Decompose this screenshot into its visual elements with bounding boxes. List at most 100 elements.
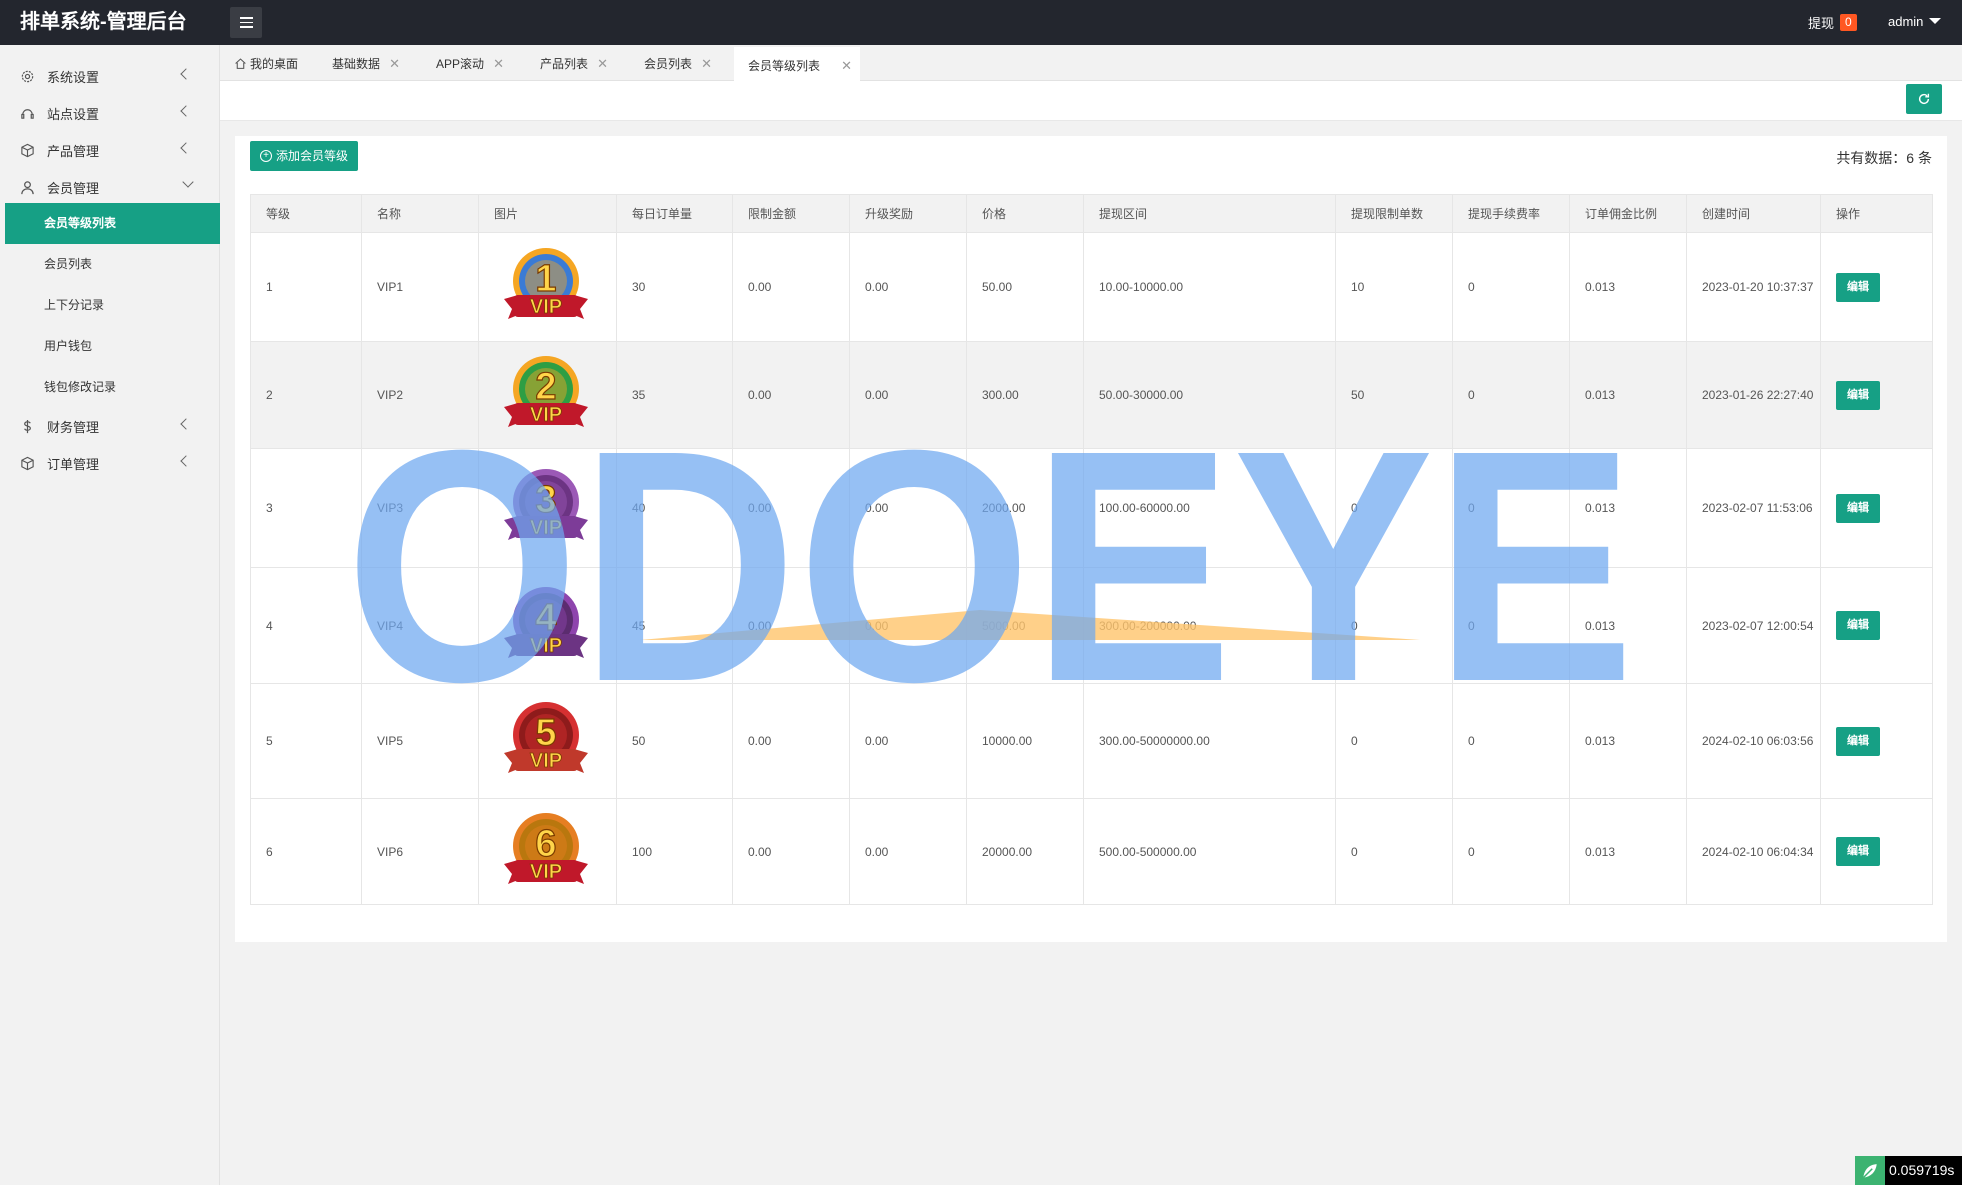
svg-text:5: 5 (535, 712, 556, 754)
col-header-created-at[interactable]: 创建时间 (1686, 194, 1821, 233)
col-header-withdraw-limit[interactable]: 提现限制单数 (1335, 194, 1453, 233)
cell-limit-amount: 0.00 (732, 567, 850, 684)
dollar-icon (19, 419, 35, 435)
sidebar: 系统设置 站点设置 产品管理 会员管理 会员等级列表 会员列表 上下分记录 用户… (0, 45, 220, 1185)
close-icon[interactable]: ✕ (701, 47, 712, 81)
col-header-actions[interactable]: 操作 (1820, 194, 1933, 233)
vip-badge-icon: VIP3 (504, 469, 588, 540)
cell-image: VIP 4 (478, 567, 617, 684)
sidebar-item-system-settings[interactable]: 系统设置 (0, 58, 220, 95)
top-bar: 排单系统-管理后台 提现 0 admin (0, 0, 1962, 45)
sidebar-item-product-management[interactable]: 产品管理 (0, 132, 220, 169)
edit-button[interactable]: 编辑 (1836, 493, 1880, 523)
cell-upgrade-reward: 0.00 (849, 567, 967, 684)
svg-text:2: 2 (535, 366, 556, 408)
add-member-level-button[interactable]: + 添加会员等级 (250, 141, 359, 171)
cell-name: VIP3 (361, 448, 479, 568)
cell-daily-orders: 45 (616, 567, 733, 684)
edit-button[interactable]: 编辑 (1836, 837, 1880, 866)
col-header-name[interactable]: 名称 (361, 194, 479, 233)
add-button-label: 添加会员等级 (276, 149, 349, 163)
withdraw-count-badge: 0 (1840, 14, 1857, 31)
tab-label: 会员等级列表 (748, 59, 821, 73)
cell-daily-orders: 30 (616, 232, 733, 342)
cell-actions: 编辑 (1820, 341, 1933, 449)
col-header-withdraw-range[interactable]: 提现区间 (1083, 194, 1336, 233)
cell-actions: 编辑 (1820, 683, 1933, 799)
caret-down-icon (1929, 18, 1942, 25)
vip-badge-icon: VIP2 (504, 356, 588, 427)
sidebar-subitem-member-list[interactable]: 会员列表 (0, 244, 220, 285)
sidebar-item-label: 系统设置 (47, 70, 100, 85)
col-header-image[interactable]: 图片 (478, 194, 617, 233)
cell-withdraw-limit: 0 (1335, 448, 1453, 568)
user-menu[interactable]: admin (1888, 14, 1942, 29)
cell-upgrade-reward: 0.00 (849, 448, 967, 568)
sidebar-item-label: 财务管理 (47, 420, 100, 435)
sidebar-subitem-member-level-list[interactable]: 会员等级列表 (5, 203, 220, 244)
tab-label: 会员列表 (644, 57, 693, 71)
sidebar-item-label: 会员管理 (47, 181, 100, 196)
cell-daily-orders: 100 (616, 798, 733, 905)
cell-withdraw-fee: 0 (1452, 341, 1570, 449)
col-header-level[interactable]: 等级 (250, 194, 362, 233)
col-header-daily-orders[interactable]: 每日订单量 (616, 194, 733, 233)
cube-icon (19, 456, 35, 472)
close-icon[interactable]: ✕ (389, 47, 400, 81)
sidebar-item-site-settings[interactable]: 站点设置 (0, 95, 220, 132)
chevron-left-icon (180, 418, 192, 430)
withdraw-label: 提现 (1808, 16, 1835, 31)
sidebar-subitem-user-wallet[interactable]: 用户钱包 (0, 326, 220, 367)
edit-button[interactable]: 编辑 (1836, 380, 1880, 410)
cell-price: 10000.00 (966, 683, 1084, 799)
sidebar-item-finance-management[interactable]: 财务管理 (0, 408, 220, 445)
sidebar-item-order-management[interactable]: 订单管理 (0, 445, 220, 482)
cell-limit-amount: 0.00 (732, 341, 850, 449)
tab-my-desktop[interactable]: 我的桌面 (220, 47, 306, 81)
tab-member-list[interactable]: 会员列表 ✕ (632, 47, 720, 81)
table-row: 6 VIP6 VIP 6 100 0.00 0.00 20000.00 500.00-50000… (250, 798, 1933, 905)
sidebar-subitem-wallet-edit-records[interactable]: 钱包修改记录 (0, 367, 220, 408)
withdraw-notice[interactable]: 提现 0 (1808, 13, 1857, 32)
sidebar-subitem-balance-records[interactable]: 上下分记录 (0, 285, 220, 326)
cell-level: 3 (250, 448, 362, 568)
tab-product-list[interactable]: 产品列表 ✕ (528, 47, 616, 81)
vip-badge-icon: VIP5 (504, 702, 588, 773)
table-row: 2 VIP2 VIP 2 35 0.00 0.00 300.00 50.00-30000.00 5… (250, 341, 1933, 449)
col-header-upgrade-reward[interactable]: 升级奖励 (849, 194, 967, 233)
cell-withdraw-fee: 0 (1452, 683, 1570, 799)
tab-basic-data[interactable]: 基础数据 ✕ (320, 47, 408, 81)
content-panel: + 添加会员等级 共有数据：6 条 等级 名称 图片 每日订单量 限制金额 升级奖… (235, 136, 1947, 942)
close-icon[interactable]: ✕ (841, 49, 852, 83)
close-icon[interactable]: ✕ (597, 47, 608, 81)
edit-button[interactable]: 编辑 (1836, 726, 1880, 756)
svg-text:6: 6 (535, 823, 556, 865)
vip-badge-icon: VIP4 (504, 586, 588, 658)
edit-button[interactable]: 编辑 (1836, 611, 1880, 640)
cell-created-at: 2024-02-10 06:04:34 (1686, 798, 1821, 905)
plus-circle-icon: + (260, 150, 272, 162)
cell-withdraw-range: 300.00-200000.00 (1083, 567, 1336, 684)
tab-member-level-list[interactable]: 会员等级列表 ✕ (734, 47, 860, 81)
cell-name: VIP4 (361, 567, 479, 684)
cell-created-at: 2024-02-10 06:03:56 (1686, 683, 1821, 799)
menu-toggle-button[interactable] (230, 7, 262, 38)
tab-app-scroll[interactable]: APP滚动 ✕ (424, 47, 512, 81)
cell-limit-amount: 0.00 (732, 232, 850, 342)
cell-commission: 0.013 (1569, 683, 1687, 799)
col-header-price[interactable]: 价格 (966, 194, 1084, 233)
col-header-withdraw-fee[interactable]: 提现手续费率 (1452, 194, 1570, 233)
close-icon[interactable]: ✕ (493, 47, 504, 81)
col-header-limit-amount[interactable]: 限制金额 (732, 194, 850, 233)
sidebar-item-member-management[interactable]: 会员管理 (0, 169, 220, 206)
sidebar-item-label: 站点设置 (47, 107, 100, 122)
cell-name: VIP5 (361, 683, 479, 799)
refresh-button[interactable] (1906, 84, 1942, 114)
tab-label: APP滚动 (436, 57, 485, 71)
cell-price: 50.00 (966, 232, 1084, 342)
cell-withdraw-range: 100.00-60000.00 (1083, 448, 1336, 568)
cell-image: VIP 1 (478, 232, 617, 342)
edit-button[interactable]: 编辑 (1836, 272, 1880, 302)
col-header-commission[interactable]: 订单佣金比例 (1569, 194, 1687, 233)
cell-withdraw-limit: 0 (1335, 567, 1453, 684)
